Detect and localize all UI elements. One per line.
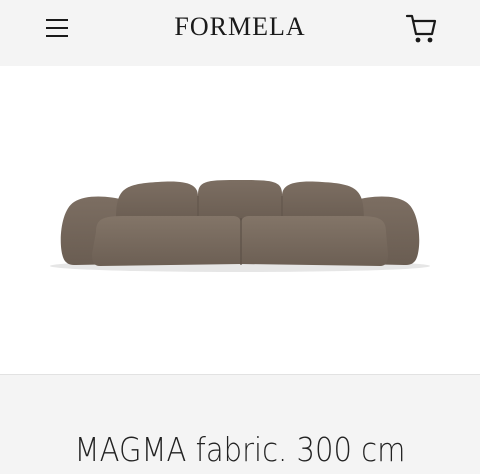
product-title: MAGMA fabric. 300 cm bbox=[74, 430, 406, 469]
shopping-cart-icon bbox=[405, 14, 437, 43]
sofa-image bbox=[50, 180, 430, 272]
header: FORMELA bbox=[0, 0, 480, 66]
product-image[interactable] bbox=[0, 66, 480, 374]
cart-button[interactable] bbox=[404, 12, 440, 46]
